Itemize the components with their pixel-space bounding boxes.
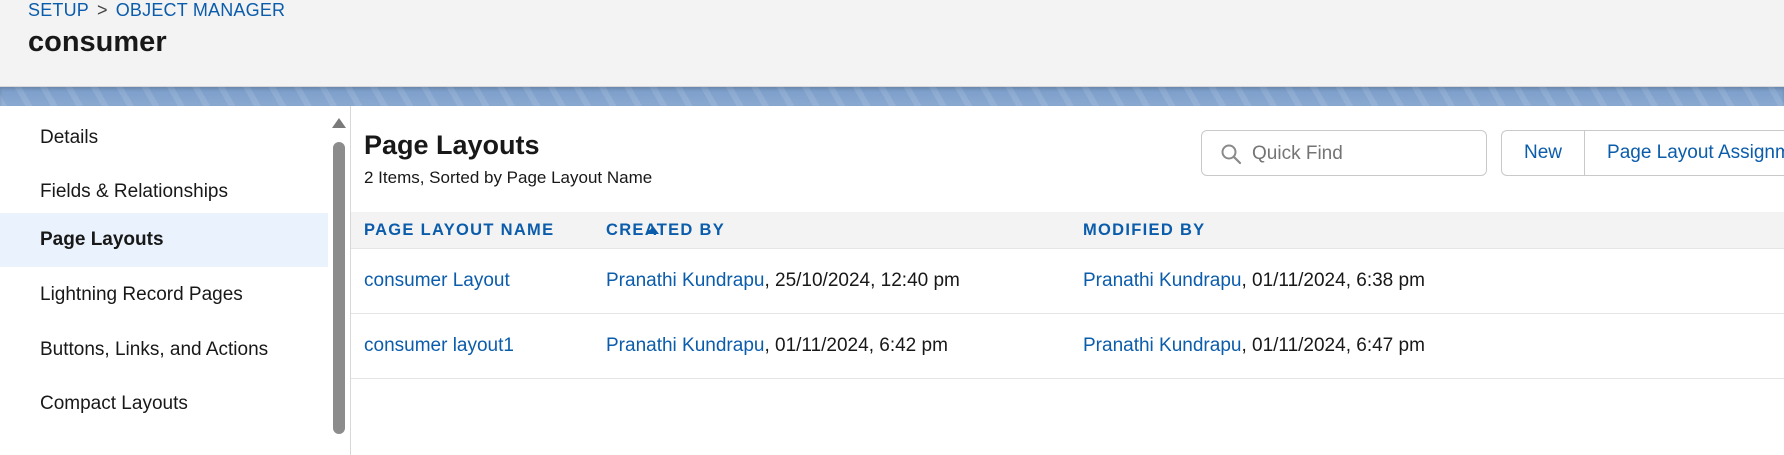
- created-by-user-link[interactable]: Pranathi Kundrapu: [606, 335, 764, 356]
- modified-by-cell: Pranathi Kundrapu, 01/11/2024, 6:47 pm: [1083, 314, 1425, 378]
- modified-by-cell: Pranathi Kundrapu, 01/11/2024, 6:38 pm: [1083, 249, 1425, 313]
- page-header: SETUP > OBJECT MANAGER consumer: [0, 0, 1784, 87]
- page-title: Page Layouts: [364, 130, 540, 160]
- modified-by-user-link[interactable]: Pranathi Kundrapu: [1083, 335, 1241, 356]
- sidebar-item-lightning-record-pages[interactable]: Lightning Record Pages: [0, 268, 328, 322]
- sidebar-scrollbar[interactable]: [328, 106, 351, 455]
- breadcrumb: SETUP > OBJECT MANAGER: [28, 0, 285, 21]
- sidebar: Details Fields & Relationships Page Layo…: [0, 106, 328, 455]
- decorative-banner: [0, 87, 1784, 106]
- search-icon: [1221, 144, 1242, 165]
- layout-name-link[interactable]: consumer layout1: [364, 314, 514, 378]
- created-by-cell: Pranathi Kundrapu, 25/10/2024, 12:40 pm: [606, 249, 960, 313]
- table-header: PAGE LAYOUT NAME CREATED BY MODIFIED BY: [351, 212, 1784, 249]
- sidebar-item-page-layouts[interactable]: Page Layouts: [0, 213, 328, 267]
- breadcrumb-setup[interactable]: SETUP: [28, 0, 89, 20]
- column-header-page-layout-name[interactable]: PAGE LAYOUT NAME: [364, 212, 554, 248]
- modified-date: , 01/11/2024, 6:47 pm: [1241, 335, 1425, 356]
- modified-date: , 01/11/2024, 6:38 pm: [1241, 270, 1425, 291]
- page-layout-assignment-button[interactable]: Page Layout Assignment: [1584, 131, 1784, 175]
- created-by-cell: Pranathi Kundrapu, 01/11/2024, 6:42 pm: [606, 314, 948, 378]
- column-header-modified-by[interactable]: MODIFIED BY: [1083, 212, 1205, 248]
- items-summary: 2 Items, Sorted by Page Layout Name: [364, 168, 653, 187]
- column-header-created-by[interactable]: CREATED BY: [606, 212, 725, 248]
- table-row: consumer layout1 Pranathi Kundrapu, 01/1…: [351, 314, 1784, 379]
- scroll-up-arrow-icon[interactable]: [332, 118, 346, 128]
- object-title: consumer: [28, 26, 167, 58]
- created-by-user-link[interactable]: Pranathi Kundrapu: [606, 270, 764, 291]
- created-date: , 25/10/2024, 12:40 pm: [764, 270, 960, 291]
- layout-name-link[interactable]: consumer Layout: [364, 249, 510, 313]
- table-row: consumer Layout Pranathi Kundrapu, 25/10…: [351, 249, 1784, 314]
- main-content: Page Layouts 2 Items, Sorted by Page Lay…: [351, 106, 1784, 455]
- sidebar-item-compact-layouts[interactable]: Compact Layouts: [0, 377, 328, 431]
- scrollbar-thumb[interactable]: [333, 142, 345, 434]
- breadcrumb-separator: >: [97, 0, 108, 20]
- action-button-group: New Page Layout Assignment: [1501, 130, 1784, 176]
- quick-find-input[interactable]: [1250, 139, 1474, 169]
- new-button[interactable]: New: [1502, 131, 1584, 175]
- sidebar-item-buttons-links-actions[interactable]: Buttons, Links, and Actions: [0, 323, 328, 377]
- modified-by-user-link[interactable]: Pranathi Kundrapu: [1083, 270, 1241, 291]
- breadcrumb-object-manager[interactable]: OBJECT MANAGER: [116, 0, 286, 20]
- sidebar-item-fields-relationships[interactable]: Fields & Relationships: [0, 165, 328, 219]
- quick-find-box[interactable]: [1201, 130, 1487, 176]
- created-date: , 01/11/2024, 6:42 pm: [764, 335, 948, 356]
- sidebar-item-details[interactable]: Details: [0, 111, 328, 165]
